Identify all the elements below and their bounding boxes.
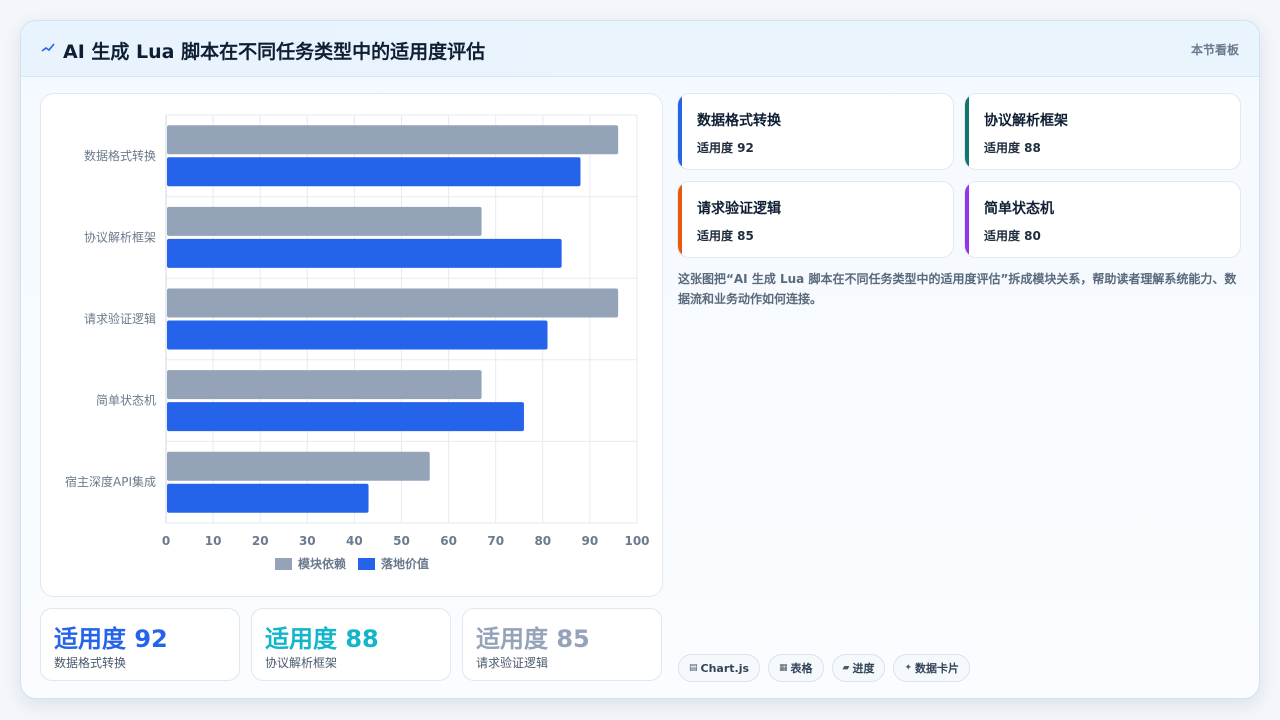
metric-value: 适用度 88 [984, 141, 1041, 155]
x-tick-label: 80 [534, 534, 551, 548]
accent-bar [965, 94, 969, 169]
metric-card-1: 数据格式转换 适用度 92 [677, 93, 954, 170]
bar-module-dependency [167, 451, 430, 481]
stat-label: 请求验证逻辑 [476, 656, 549, 670]
metric-card-2: 协议解析框架 适用度 88 [964, 93, 1241, 170]
accent-bar [965, 182, 969, 257]
metric-value: 适用度 92 [697, 141, 754, 155]
bar-landing-value [167, 238, 562, 268]
stat-value: 适用度 85 [476, 625, 590, 653]
metric-card-4: 简单状态机 适用度 80 [964, 181, 1241, 258]
card-icon: ✦ [904, 663, 913, 673]
y-tick-label: 数据格式转换 [84, 148, 156, 163]
y-tick-label: 宿主深度API集成 [65, 474, 156, 489]
stat-card-1: 适用度 92 数据格式转换 [40, 608, 240, 681]
y-tick-label: 请求验证逻辑 [84, 311, 156, 326]
chip-table[interactable]: ▦ 表格 [768, 654, 824, 682]
metric-name: 请求验证逻辑 [697, 201, 781, 217]
metric-value: 适用度 80 [984, 229, 1041, 243]
bar-landing-value [167, 483, 369, 513]
metric-name: 数据格式转换 [697, 113, 781, 129]
x-tick-label: 50 [393, 534, 410, 548]
stat-card-3: 适用度 85 请求验证逻辑 [462, 608, 662, 681]
stat-value: 适用度 88 [265, 625, 379, 653]
stat-label: 协议解析框架 [265, 656, 338, 670]
x-tick-label: 70 [487, 534, 504, 548]
accent-bar [678, 182, 682, 257]
x-tick-label: 60 [440, 534, 457, 548]
x-tick-label: 100 [624, 534, 649, 548]
description-text: 这张图把“AI 生成 Lua 脚本在不同任务类型中的适用度评估”拆成模块关系，帮… [678, 272, 1237, 306]
bar-module-dependency [167, 125, 619, 155]
stat-label: 数据格式转换 [54, 656, 127, 670]
legend-label: 模块依赖 [298, 556, 346, 571]
legend-label: 落地价值 [381, 556, 429, 571]
bar-landing-value [167, 320, 548, 350]
y-tick-label: 简单状态机 [96, 394, 156, 408]
chip-data-card[interactable]: ✦ 数据卡片 [893, 654, 971, 682]
bar-landing-value [167, 402, 524, 432]
progress-icon: ▰ [842, 663, 850, 673]
legend-swatch [358, 558, 375, 570]
tech-chips: ▤ Chart.js ▦ 表格 ▰ 进度 ✦ 数据卡片 [678, 654, 971, 682]
chip-chartjs[interactable]: ▤ Chart.js [678, 654, 761, 682]
sparkline-icon [41, 41, 55, 57]
x-tick-label: 20 [252, 534, 269, 548]
metric-value: 适用度 85 [697, 229, 754, 243]
bar-landing-value [167, 157, 581, 187]
page-title: AI 生成 Lua 脚本在不同任务类型中的适用度评估 [63, 41, 486, 63]
dashboard-card: AI 生成 Lua 脚本在不同任务类型中的适用度评估 本节看板 0 10 20 30 4… [20, 20, 1260, 699]
legend-swatch [275, 558, 292, 570]
y-tick-label: 协议解析框架 [84, 229, 156, 244]
bar-module-dependency [167, 288, 619, 318]
bar-module-dependency [167, 370, 482, 400]
metric-card-3: 请求验证逻辑 适用度 85 [677, 181, 954, 258]
stat-card-2: 适用度 88 协议解析框架 [251, 608, 451, 681]
header: AI 生成 Lua 脚本在不同任务类型中的适用度评估 本节看板 [21, 21, 1259, 77]
x-tick-label: 0 [162, 534, 170, 548]
x-tick-label: 10 [205, 534, 222, 548]
metric-name: 协议解析框架 [984, 113, 1068, 129]
x-tick-label: 90 [582, 534, 599, 548]
x-tick-label: 40 [346, 534, 363, 548]
section-tag[interactable]: 本节看板 [1191, 41, 1239, 58]
chart-icon: ▤ [689, 663, 698, 673]
chart-panel: 0 10 20 30 40 50 60 70 80 90 100 数据格式转换 协议解析框架 请求验证逻辑… [40, 93, 663, 597]
table-icon: ▦ [779, 663, 788, 673]
bar-module-dependency [167, 206, 482, 236]
bar-chart: 0 10 20 30 40 50 60 70 80 90 100 数据格式转换协议解析框架请求验证逻辑… [65, 114, 650, 571]
chip-progress[interactable]: ▰ 进度 [831, 654, 886, 682]
metric-name: 简单状态机 [984, 201, 1054, 217]
x-tick-label: 30 [299, 534, 316, 548]
accent-bar [678, 94, 682, 169]
stat-value: 适用度 92 [54, 625, 168, 653]
